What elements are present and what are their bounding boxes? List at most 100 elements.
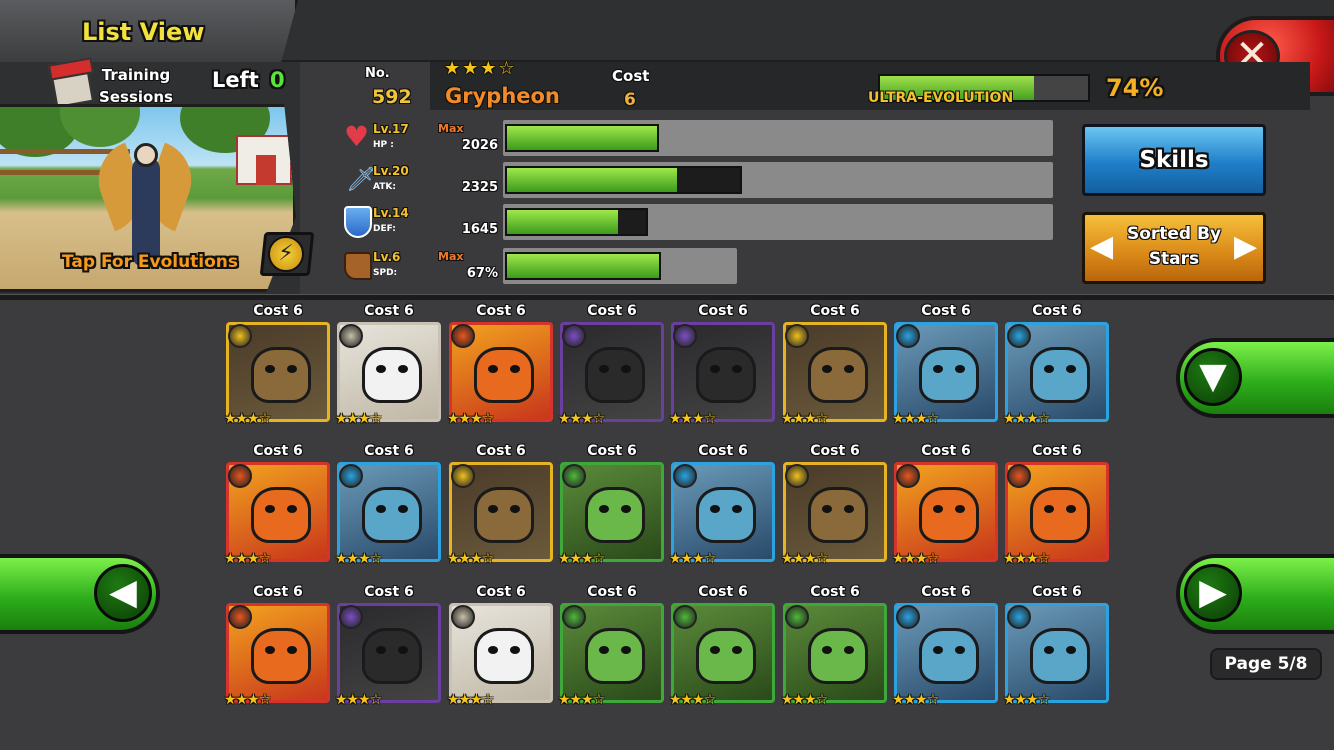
monster-card[interactable]: Cost 6 ★★★☆: [335, 443, 441, 568]
monster-card[interactable]: Cost 6 ★★★☆: [558, 303, 664, 428]
shield-icon: [344, 206, 372, 238]
monster-portrait-icon: [362, 628, 422, 684]
monster-card[interactable]: Cost 6 ★★★☆: [892, 443, 998, 568]
card-cost-label: Cost 6: [810, 584, 860, 600]
stat-value: 67%: [466, 266, 498, 281]
stat-bar: [505, 124, 659, 152]
card-cost-label: Cost 6: [1032, 584, 1082, 600]
card-cost-label: Cost 6: [587, 584, 637, 600]
card-stars: ★★★☆: [335, 551, 382, 567]
stat-value: 2026: [461, 138, 498, 153]
card-cost-label: Cost 6: [1032, 443, 1082, 459]
monster-portrait-icon: [1030, 487, 1090, 543]
monster-card[interactable]: Cost 6 ★★★☆: [1003, 303, 1109, 428]
card-stars: ★★★☆: [669, 692, 716, 708]
card-stars: ★★★☆: [892, 692, 939, 708]
monster-card[interactable]: Cost 6 ★★★☆: [335, 303, 441, 428]
stat-key: ATK:: [373, 182, 396, 192]
heart-icon: ♥: [344, 120, 370, 153]
monster-portrait-icon: [585, 347, 645, 403]
filter-funnel-icon[interactable]: ▼: [1184, 348, 1242, 406]
electric-element-icon: [451, 464, 475, 488]
monster-portrait-icon: [474, 347, 534, 403]
monster-card[interactable]: Cost 6 ★★★☆: [781, 303, 887, 428]
stat-level: Lv.6: [373, 250, 401, 264]
grass-element-icon: [562, 605, 586, 629]
stat-max-label: Max: [438, 122, 464, 135]
sort-next-arrow-icon[interactable]: ▶: [1234, 232, 1257, 262]
page-indicator: Page 5/8: [1210, 648, 1322, 680]
monster-card[interactable]: Cost 6 ★★★☆: [335, 584, 441, 709]
monster-card[interactable]: Cost 6 ★★★☆: [558, 443, 664, 568]
monster-card[interactable]: Cost 6 ★★★☆: [669, 584, 775, 709]
lightning-icon[interactable]: ⚡: [268, 236, 304, 272]
arrow-right-icon[interactable]: ▶: [1184, 564, 1242, 622]
grass-element-icon: [673, 605, 697, 629]
fire-element-icon: [451, 324, 475, 348]
stat-bar: [505, 252, 661, 280]
electric-element-icon: [228, 324, 252, 348]
monster-card[interactable]: Cost 6 ★★★☆: [1003, 584, 1109, 709]
tap-for-evolutions-label[interactable]: Tap For Evolutions: [62, 252, 238, 272]
monster-card[interactable]: Cost 6 ★★★☆: [447, 303, 553, 428]
card-stars: ★★★☆: [892, 411, 939, 427]
stat-bar-fill: [507, 254, 659, 278]
monster-portrait-icon: [585, 628, 645, 684]
monster-portrait-icon: [696, 487, 756, 543]
dark-element-icon: [339, 605, 363, 629]
neutral-element-icon: [451, 605, 475, 629]
stat-key: SPD:: [373, 268, 398, 278]
monster-portrait-icon: [696, 347, 756, 403]
monster-card[interactable]: Cost 6 ★★★☆: [892, 584, 998, 709]
sword-icon: 🗡: [346, 165, 377, 193]
card-stars: ★★★☆: [669, 411, 716, 427]
stat-bar: [505, 208, 648, 236]
card-stars: ★★★☆: [224, 551, 271, 567]
monster-card[interactable]: Cost 6 ★★★☆: [781, 443, 887, 568]
cost-label: Cost: [612, 67, 650, 85]
boot-icon: [344, 252, 372, 280]
skills-button[interactable]: Skills: [1082, 124, 1266, 196]
monster-portrait-icon: [919, 347, 979, 403]
card-stars: ★★★☆: [558, 411, 605, 427]
monster-portrait-icon: [251, 347, 311, 403]
page-title: List View: [82, 18, 205, 46]
card-stars: ★★★☆: [669, 551, 716, 567]
monster-card[interactable]: Cost 6 ★★★☆: [224, 443, 330, 568]
monster-card[interactable]: Cost 6 ★★★☆: [558, 584, 664, 709]
monster-portrait-icon: [362, 347, 422, 403]
monster-card[interactable]: Cost 6 ★★★☆: [669, 303, 775, 428]
monster-card[interactable]: Cost 6 ★★★☆: [224, 303, 330, 428]
monster-card[interactable]: Cost 6 ★★★☆: [224, 584, 330, 709]
card-stars: ★★★☆: [781, 411, 828, 427]
card-cost-label: Cost 6: [921, 584, 971, 600]
card-cost-label: Cost 6: [698, 303, 748, 319]
monster-portrait-icon: [919, 628, 979, 684]
monster-card[interactable]: Cost 6 ★★★☆: [447, 584, 553, 709]
stat-bar-fill: [507, 210, 619, 234]
water-element-icon: [1007, 324, 1031, 348]
sort-prev-arrow-icon[interactable]: ◀: [1090, 232, 1113, 262]
sort-label[interactable]: Sorted By Stars: [1112, 222, 1236, 272]
monster-card[interactable]: Cost 6 ★★★☆: [892, 303, 998, 428]
monster-card[interactable]: Cost 6 ★★★☆: [447, 443, 553, 568]
stat-level: Lv.20: [373, 164, 409, 178]
water-element-icon: [673, 464, 697, 488]
ultra-evolution-label: ULTRA-EVOLUTION: [868, 90, 1014, 106]
stat-level: Lv.17: [373, 122, 409, 136]
grass-element-icon: [562, 464, 586, 488]
monster-card[interactable]: Cost 6 ★★★☆: [1003, 443, 1109, 568]
card-stars: ★★★☆: [447, 692, 494, 708]
water-element-icon: [1007, 605, 1031, 629]
card-stars: ★★★☆: [224, 692, 271, 708]
calendar-book-icon: [48, 62, 96, 110]
left-label: Left: [212, 68, 259, 92]
monster-card[interactable]: Cost 6 ★★★☆: [781, 584, 887, 709]
monster-portrait-icon: [585, 487, 645, 543]
card-cost-label: Cost 6: [364, 443, 414, 459]
card-stars: ★★★☆: [224, 411, 271, 427]
water-element-icon: [896, 324, 920, 348]
arrow-left-icon[interactable]: ◀: [94, 564, 152, 622]
card-cost-label: Cost 6: [587, 443, 637, 459]
monster-card[interactable]: Cost 6 ★★★☆: [669, 443, 775, 568]
